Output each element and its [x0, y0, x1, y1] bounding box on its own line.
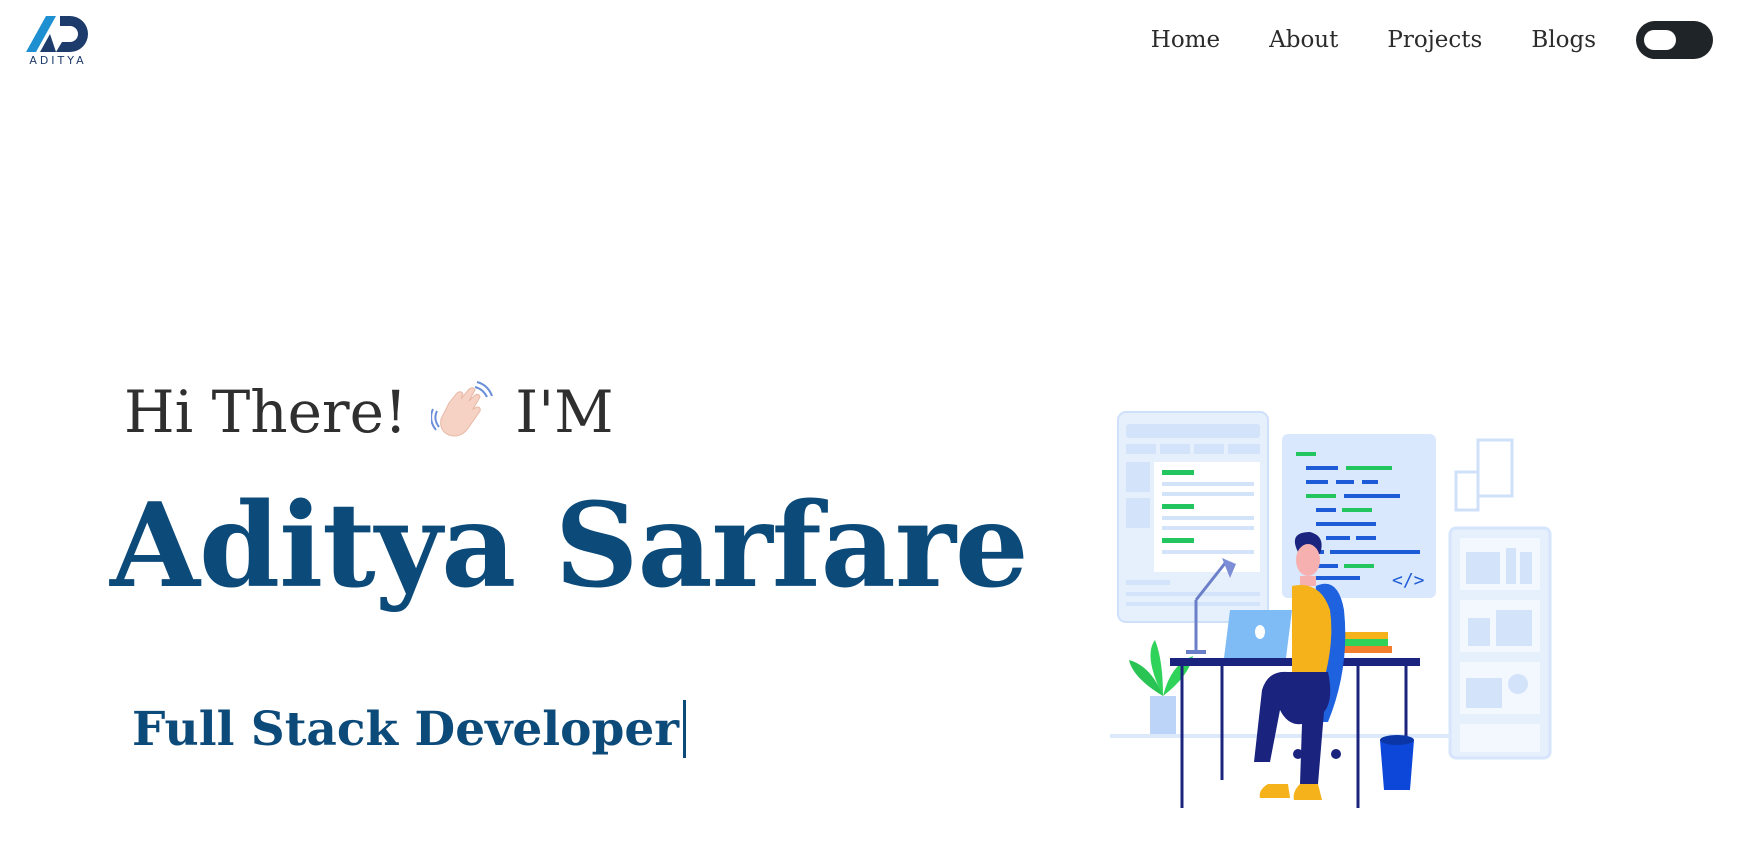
- nav-blogs-link[interactable]: Blogs: [1531, 22, 1596, 58]
- typing-caret: [683, 700, 687, 758]
- page: ADITYA Home About Projects Blogs Hi Ther…: [0, 0, 1753, 868]
- hero-role: Full Stack Developer: [132, 700, 687, 758]
- toggle-switch-icon: [1644, 30, 1676, 50]
- greeting-text: Hi There!: [124, 378, 408, 446]
- logo-icon: [26, 16, 88, 52]
- developer-illustration: </>: [1110, 410, 1560, 810]
- theme-toggle-button[interactable]: [1636, 21, 1713, 59]
- hero-greeting: Hi There! I'M: [124, 378, 614, 446]
- nav-home-link[interactable]: Home: [1151, 22, 1220, 58]
- svg-text:</>: </>: [1392, 570, 1425, 591]
- developer-at-desk-illustration: </>: [1110, 411, 1552, 808]
- hero-name: Aditya Sarfare: [110, 478, 1029, 614]
- logo-text: ADITYA: [29, 54, 87, 67]
- site-logo[interactable]: ADITYA: [22, 12, 94, 68]
- greeting-im-text: I'M: [515, 378, 614, 446]
- waving-hand-icon: [430, 381, 494, 443]
- nav-about-link[interactable]: About: [1269, 22, 1338, 58]
- role-text: Full Stack Developer: [132, 701, 680, 757]
- nav-projects-link[interactable]: Projects: [1387, 22, 1482, 58]
- main-nav: Home About Projects Blogs: [1151, 21, 1713, 59]
